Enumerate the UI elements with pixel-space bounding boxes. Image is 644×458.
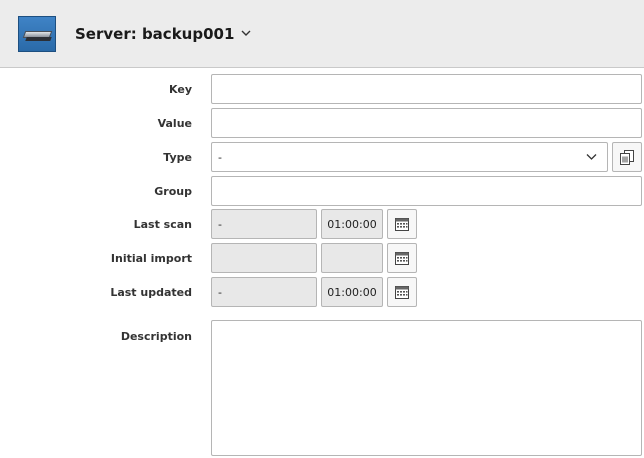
initial-import-time-field <box>321 243 383 273</box>
chevron-down-icon <box>586 154 597 160</box>
key-field[interactable] <box>211 74 642 104</box>
last-scan-time-field: 01:00:00 <box>321 209 383 239</box>
calendar-icon <box>395 252 409 265</box>
calendar-icon <box>395 286 409 299</box>
value-label: Value <box>157 117 192 130</box>
group-field[interactable] <box>211 176 642 206</box>
group-label: Group <box>154 185 192 198</box>
last-updated-label: Last updated <box>110 286 192 299</box>
calendar-icon <box>395 218 409 231</box>
initial-import-calendar-button[interactable] <box>387 243 417 273</box>
chevron-down-icon[interactable] <box>240 27 252 39</box>
page-title: Server: backup001 <box>75 25 235 43</box>
last-updated-calendar-button[interactable] <box>387 277 417 307</box>
description-textarea[interactable] <box>211 320 642 456</box>
page-header: Server: backup001 <box>0 0 644 68</box>
last-updated-date-field: - <box>211 277 317 307</box>
key-label: Key <box>169 83 192 96</box>
type-select[interactable]: - <box>211 142 608 172</box>
initial-import-label: Initial import <box>110 252 192 265</box>
last-updated-time-field: 01:00:00 <box>321 277 383 307</box>
value-field[interactable] <box>211 108 642 138</box>
initial-import-date-field <box>211 243 317 273</box>
server-icon <box>18 16 56 52</box>
description-label: Description <box>120 330 192 343</box>
last-scan-calendar-button[interactable] <box>387 209 417 239</box>
last-scan-date-field: - <box>211 209 317 239</box>
copy-icon <box>620 150 634 165</box>
type-label: Type <box>163 151 192 164</box>
copy-button[interactable] <box>612 142 642 172</box>
last-scan-label: Last scan <box>133 218 192 231</box>
type-selected-value: - <box>218 150 222 164</box>
